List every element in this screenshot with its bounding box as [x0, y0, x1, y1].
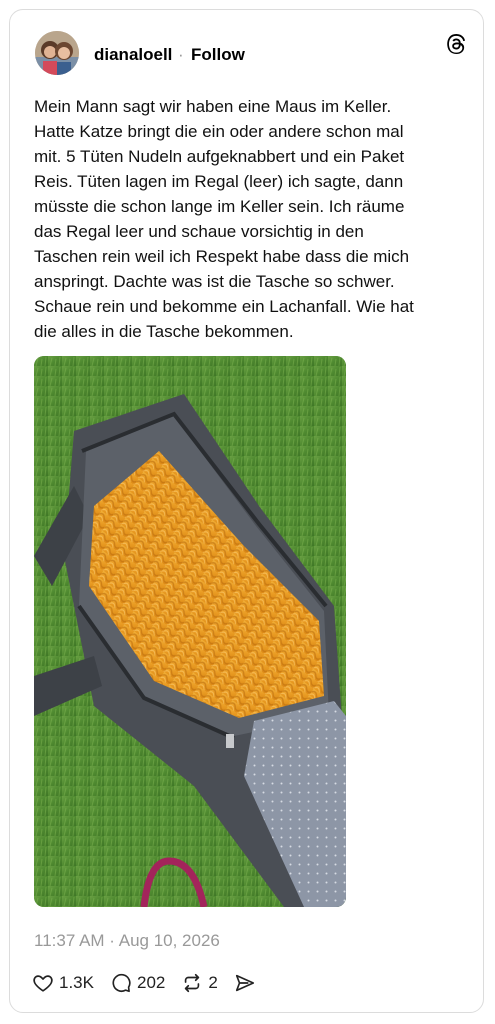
post-image[interactable] — [34, 356, 346, 907]
avatar[interactable] — [35, 31, 79, 75]
repost-icon — [181, 972, 203, 994]
comment-icon — [110, 972, 132, 994]
follow-button[interactable]: Follow — [191, 45, 245, 65]
share-button[interactable] — [234, 972, 256, 994]
repost-count: 2 — [208, 973, 218, 992]
separator-dot: · — [178, 45, 184, 64]
post-text: Mein Mann sagt wir haben eine Maus im Ke… — [34, 97, 414, 341]
threads-logo-icon[interactable] — [445, 33, 467, 55]
like-button[interactable]: 1.3K — [32, 972, 94, 994]
share-icon — [234, 972, 256, 994]
post-card: dianaloell · Follow Mein Mann sagt wir h… — [9, 9, 484, 1013]
like-count: 1.3K — [59, 973, 94, 992]
reply-count: 202 — [136, 973, 166, 992]
repost-button[interactable]: 2 — [181, 972, 218, 994]
heart-icon — [32, 972, 54, 994]
post-timestamp[interactable]: 11:37 AM · Aug 10, 2026 — [34, 930, 220, 952]
reply-button[interactable]: 202 — [110, 972, 165, 994]
username[interactable]: dianaloell — [94, 45, 172, 65]
post-actions: 1.3K 202 2 — [32, 970, 272, 996]
